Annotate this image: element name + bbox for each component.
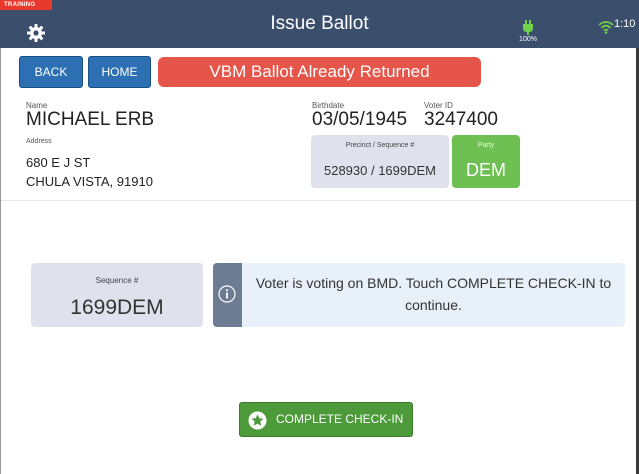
address-line-2: CHULA VISTA, 91910 bbox=[26, 174, 153, 189]
sequence-label: Sequence # bbox=[95, 276, 139, 285]
gear-icon[interactable] bbox=[26, 23, 46, 43]
voter-id-value: 3247400 bbox=[424, 109, 498, 130]
voter-name: MICHAEL ERB bbox=[26, 109, 155, 130]
battery-plug-icon bbox=[523, 20, 533, 35]
sequence-card: Sequence # 1699DEM bbox=[31, 263, 203, 327]
app-header: Issue Ballot TRAINING 100% 1:10 PM bbox=[0, 0, 639, 48]
training-badge: TRAINING bbox=[0, 0, 52, 10]
clock: 1:10 PM bbox=[614, 18, 639, 30]
precinct-value: 528930 / 1699DEM bbox=[323, 163, 437, 178]
sequence-value: 1699DEM bbox=[70, 296, 164, 319]
party-value: DEM bbox=[466, 160, 506, 180]
info-strip bbox=[213, 263, 242, 327]
page-title: Issue Ballot bbox=[270, 13, 369, 34]
back-button[interactable]: BACK bbox=[19, 56, 83, 88]
precinct-label: Precinct / Sequence # bbox=[345, 142, 415, 149]
section-divider bbox=[0, 200, 639, 201]
address-line-1: 680 E J ST bbox=[26, 155, 91, 170]
window-edge-left bbox=[0, 48, 1, 474]
info-message: Voter is voting on BMD. Touch COMPLETE C… bbox=[255, 275, 612, 313]
birthdate-value: 03/05/1945 bbox=[312, 109, 408, 130]
info-message-box: Voter is voting on BMD. Touch COMPLETE C… bbox=[213, 263, 625, 327]
star-icon bbox=[248, 411, 267, 430]
complete-check-in-label: COMPLETE CHECK-IN bbox=[276, 412, 404, 426]
party-card: Party DEM bbox=[452, 135, 520, 188]
battery-indicator: 100% bbox=[516, 19, 540, 45]
address-value: 680 E J ST CHULA VISTA, 91910 bbox=[26, 153, 153, 191]
alert-banner: VBM Ballot Already Returned bbox=[158, 57, 481, 87]
precinct-card: Precinct / Sequence # 528930 / 1699DEM bbox=[311, 135, 449, 188]
address-label: Address bbox=[26, 138, 52, 145]
party-label: Party bbox=[477, 142, 495, 149]
home-button[interactable]: HOME bbox=[88, 56, 151, 88]
battery-level: 100% bbox=[519, 36, 537, 43]
complete-check-in-button[interactable]: COMPLETE CHECK-IN bbox=[239, 402, 413, 437]
wifi-icon bbox=[598, 21, 614, 34]
info-icon bbox=[218, 285, 236, 303]
